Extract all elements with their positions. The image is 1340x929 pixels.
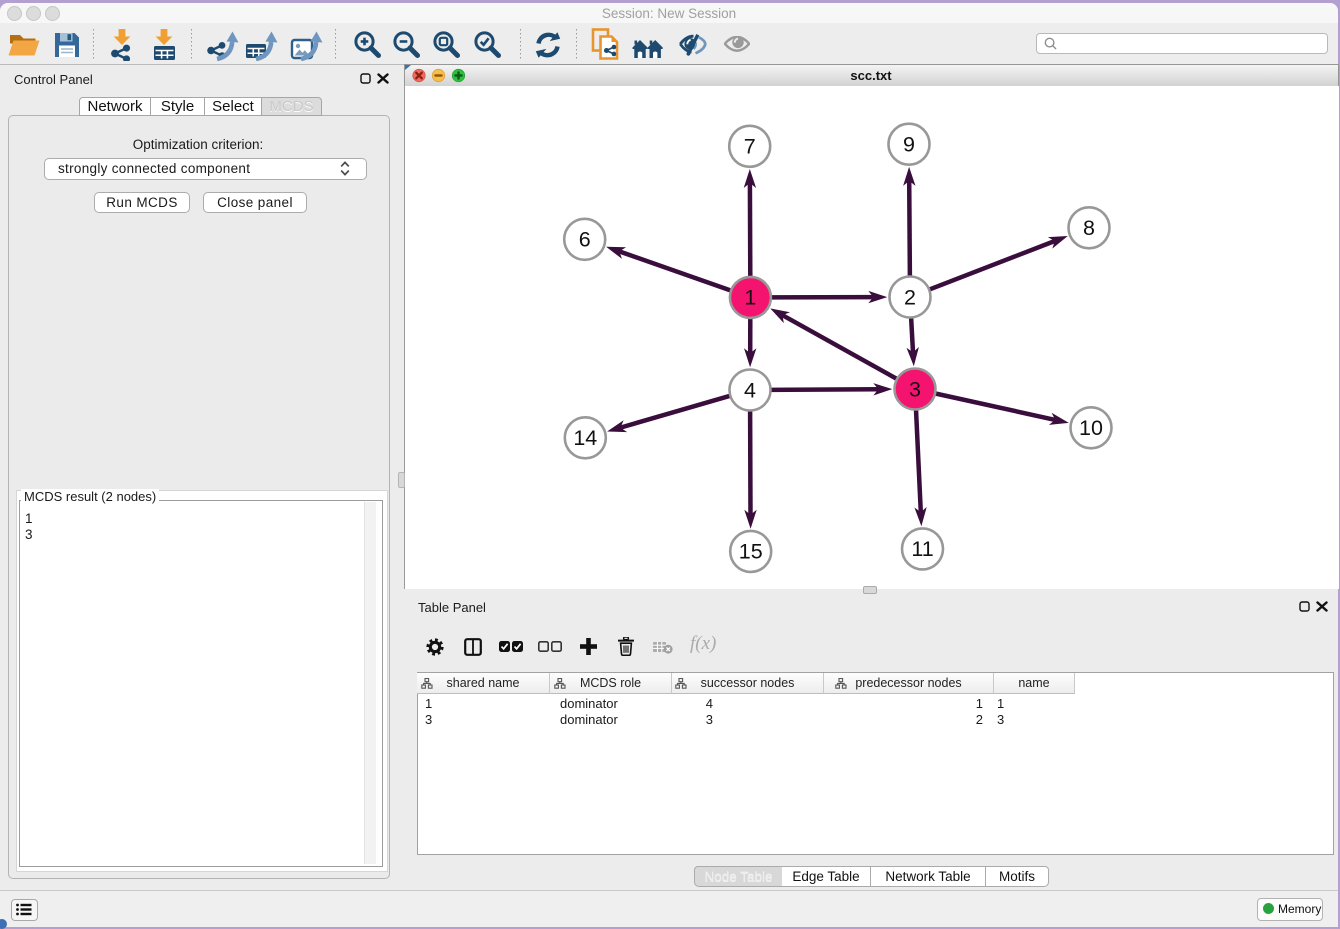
svg-text:14: 14	[573, 426, 597, 450]
svg-text:11: 11	[911, 537, 933, 561]
svg-text:7: 7	[744, 135, 756, 159]
svg-text:3: 3	[909, 377, 921, 401]
svg-text:1: 1	[744, 286, 756, 310]
svg-text:8: 8	[1083, 216, 1095, 240]
svg-text:9: 9	[903, 133, 915, 157]
svg-text:2: 2	[904, 285, 916, 309]
svg-text:10: 10	[1079, 416, 1103, 440]
svg-text:4: 4	[744, 378, 756, 402]
svg-text:6: 6	[579, 228, 591, 252]
svg-text:15: 15	[739, 540, 763, 564]
